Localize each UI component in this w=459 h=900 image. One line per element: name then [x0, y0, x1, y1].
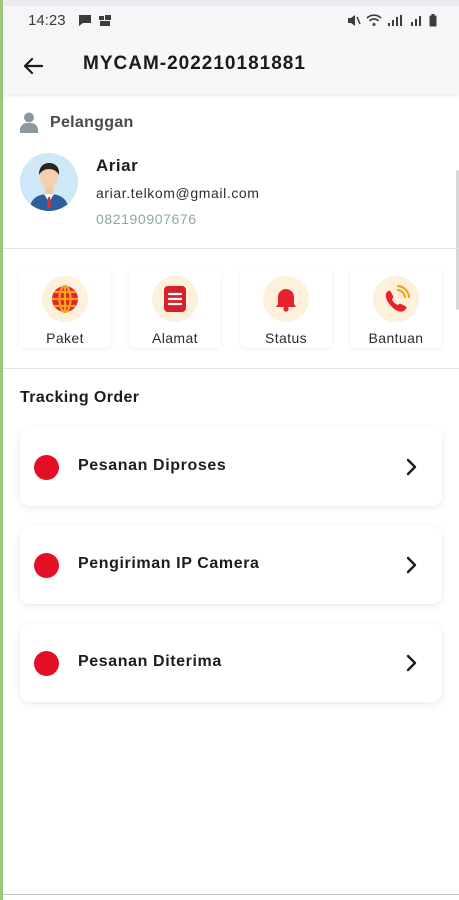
- chevron-right-icon: [402, 456, 422, 478]
- menu-label: Alamat: [152, 330, 198, 346]
- person-icon: [20, 112, 38, 133]
- user-avatar-icon: [20, 153, 78, 211]
- menu-label: Bantuan: [368, 330, 424, 346]
- customer-email: ariar.telkom@gmail.com: [96, 185, 260, 201]
- chevron-right-icon: [402, 652, 422, 674]
- back-button[interactable]: [17, 50, 49, 82]
- divider: [3, 368, 459, 369]
- tracking-step-pengiriman[interactable]: Pengiriman IP Camera: [20, 526, 442, 604]
- customer-phone: 082190907676: [96, 211, 197, 227]
- mute-icon: [348, 15, 361, 26]
- tracking-step-diproses[interactable]: Pesanan Diproses: [20, 428, 442, 506]
- globe-icon: [42, 276, 88, 322]
- chevron-right-icon: [402, 554, 422, 576]
- tracking-step-label: Pengiriman IP Camera: [78, 555, 260, 572]
- battery-icon: [429, 14, 437, 27]
- tracking-step-diterima[interactable]: Pesanan Diterima: [20, 624, 442, 702]
- menu-paket-button[interactable]: Paket: [19, 268, 111, 348]
- bell-icon: [263, 276, 309, 322]
- chat-icon: [79, 15, 91, 26]
- divider: [3, 248, 459, 249]
- avatar: [20, 153, 78, 211]
- app-notification-icon: [99, 15, 111, 26]
- system-icons: [347, 14, 437, 27]
- customer-section-header: Pelanggan: [20, 112, 134, 133]
- menu-status-button[interactable]: Status: [240, 268, 332, 348]
- status-time: 14:23: [28, 12, 66, 29]
- tracking-step-label: Pesanan Diproses: [78, 457, 227, 474]
- menu-bantuan-button[interactable]: Bantuan: [350, 268, 442, 348]
- signal-icon: [411, 16, 421, 26]
- notification-icons: [78, 14, 112, 27]
- app-header: MYCAM-202210181881: [3, 38, 459, 94]
- menu-alamat-button[interactable]: Alamat: [129, 268, 221, 348]
- signal-lte-icon: [388, 15, 402, 26]
- status-dot: [34, 553, 59, 578]
- menu-label: Status: [264, 330, 308, 346]
- bottom-divider: [3, 894, 459, 895]
- window-edge: [0, 0, 3, 900]
- menu-label: Paket: [46, 330, 84, 346]
- wifi-icon: [366, 14, 382, 26]
- status-dot: [34, 651, 59, 676]
- arrow-left-icon: [23, 57, 43, 75]
- tracking-step-label: Pesanan Diterima: [78, 653, 222, 670]
- customer-section-label: Pelanggan: [50, 113, 134, 131]
- tracking-section-title: Tracking Order: [20, 389, 140, 406]
- phone-call-icon: [373, 276, 419, 322]
- status-dot: [34, 455, 59, 480]
- document-icon: [152, 276, 198, 322]
- page-title: MYCAM-202210181881: [83, 53, 306, 74]
- customer-name: Ariar: [96, 156, 139, 175]
- status-bar: 14:23: [3, 0, 459, 38]
